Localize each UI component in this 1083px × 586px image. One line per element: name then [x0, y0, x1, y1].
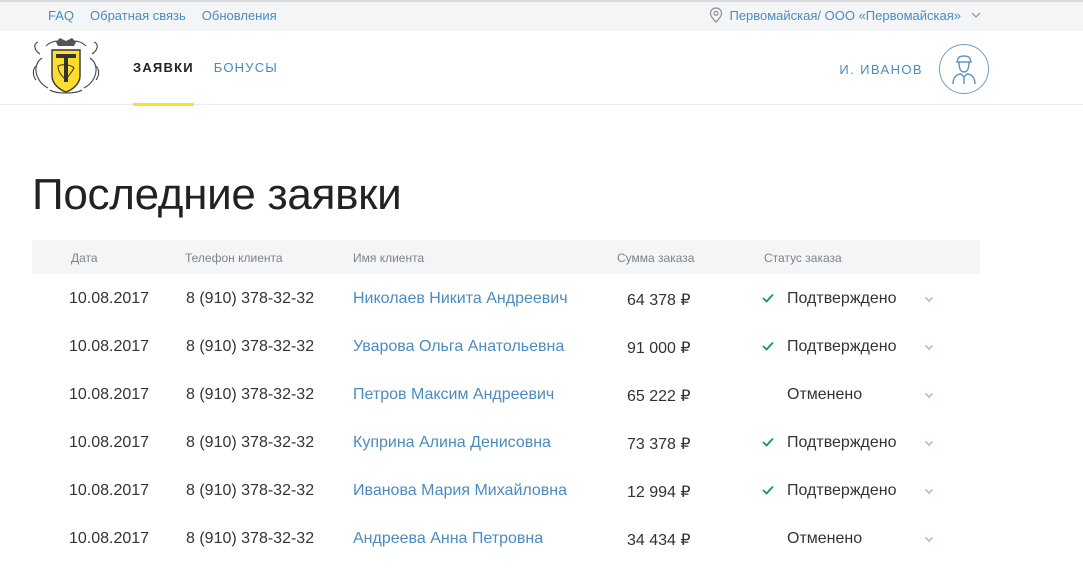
main-nav: ЗАЯВКИ БОНУСЫ [133, 31, 278, 106]
row-status: Подтверждено [787, 290, 897, 307]
row-phone: 8 (910) 378-32-32 [186, 386, 315, 403]
column-header-sum[interactable]: Сумма заказа [617, 251, 694, 265]
chevron-down-icon [971, 12, 981, 18]
chevron-down-icon[interactable] [924, 344, 934, 351]
avatar[interactable] [939, 44, 989, 94]
row-phone: 8 (910) 378-32-32 [186, 338, 315, 355]
client-name-link[interactable]: Куприна Алина Денисовна [353, 434, 551, 452]
row-status: Подтверждено [787, 338, 897, 355]
check-icon [762, 341, 774, 351]
faq-link[interactable]: FAQ [48, 8, 74, 23]
page-title: Последние заявки [32, 170, 402, 219]
chevron-down-icon[interactable] [924, 440, 934, 447]
row-sum: 65 222 ₽ [627, 388, 691, 405]
table-row: 10.08.2017 8 (910) 378-32-32 Андреева Ан… [32, 514, 980, 562]
top-links: FAQ Обратная связь Обновления [48, 8, 277, 23]
table-row: 10.08.2017 8 (910) 378-32-32 Куприна Али… [32, 418, 980, 466]
table-row: 10.08.2017 8 (910) 378-32-32 Петров Макс… [32, 370, 980, 418]
row-status: Подтверждено [787, 482, 897, 499]
row-sum: 64 378 ₽ [627, 292, 691, 309]
column-header-phone[interactable]: Телефон клиента [185, 251, 283, 265]
column-header-status[interactable]: Статус заказа [764, 251, 842, 265]
user-avatar-icon [952, 55, 976, 85]
row-status: Отменено [787, 386, 863, 403]
row-phone: 8 (910) 378-32-32 [186, 434, 315, 451]
organization-name: Первомайская/ ООО «Первомайская» [729, 7, 961, 23]
client-name-link[interactable]: Уварова Ольга Анатольевна [353, 338, 564, 356]
organization-selector[interactable]: Первомайская/ ООО «Первомайская» [709, 7, 985, 23]
column-header-name[interactable]: Имя клиента [353, 251, 424, 265]
row-sum: 73 378 ₽ [627, 436, 691, 453]
row-date: 10.08.2017 [69, 434, 150, 451]
tab-bonuses[interactable]: БОНУСЫ [214, 31, 278, 105]
row-date: 10.08.2017 [69, 338, 150, 355]
table-header: Дата Телефон клиента Имя клиента Сумма з… [32, 240, 980, 274]
chevron-down-icon[interactable] [924, 536, 934, 543]
check-icon [762, 437, 774, 447]
row-sum: 34 434 ₽ [627, 532, 691, 549]
client-name-link[interactable]: Петров Максим Андреевич [353, 386, 554, 404]
top-utility-bar: FAQ Обратная связь Обновления Первомайск… [0, 0, 1083, 31]
row-date: 10.08.2017 [69, 482, 150, 499]
row-sum: 12 994 ₽ [627, 484, 691, 501]
row-date: 10.08.2017 [69, 386, 150, 403]
chevron-down-icon[interactable] [924, 392, 934, 399]
chevron-down-icon[interactable] [924, 296, 934, 303]
requests-table: Дата Телефон клиента Имя клиента Сумма з… [32, 240, 980, 562]
row-status: Отменено [787, 530, 863, 547]
chevron-down-icon[interactable] [924, 488, 934, 495]
bank-emblem-logo[interactable] [30, 36, 102, 98]
location-pin-icon [710, 7, 723, 23]
tab-requests[interactable]: ЗАЯВКИ [133, 31, 194, 106]
row-status: Подтверждено [787, 434, 897, 451]
updates-link[interactable]: Обновления [202, 8, 277, 23]
table-row: 10.08.2017 8 (910) 378-32-32 Николаев Ни… [32, 274, 980, 322]
check-icon [762, 485, 774, 495]
row-phone: 8 (910) 378-32-32 [186, 290, 315, 307]
feedback-link[interactable]: Обратная связь [90, 8, 186, 23]
client-name-link[interactable]: Николаев Никита Андреевич [353, 290, 568, 308]
user-menu[interactable]: И. ИВАНОВ [839, 44, 989, 94]
row-phone: 8 (910) 378-32-32 [186, 530, 315, 547]
table-row: 10.08.2017 8 (910) 378-32-32 Иванова Мар… [32, 466, 980, 514]
client-name-link[interactable]: Иванова Мария Михайловна [353, 482, 567, 500]
row-date: 10.08.2017 [69, 530, 150, 547]
user-name: И. ИВАНОВ [839, 61, 923, 77]
main-header: ЗАЯВКИ БОНУСЫ И. ИВАНОВ [0, 31, 1083, 106]
check-icon [762, 293, 774, 303]
column-header-date[interactable]: Дата [71, 251, 98, 265]
row-sum: 91 000 ₽ [627, 340, 691, 357]
client-name-link[interactable]: Андреева Анна Петровна [353, 530, 543, 548]
row-phone: 8 (910) 378-32-32 [186, 482, 315, 499]
row-date: 10.08.2017 [69, 290, 150, 307]
table-row: 10.08.2017 8 (910) 378-32-32 Уварова Оль… [32, 322, 980, 370]
